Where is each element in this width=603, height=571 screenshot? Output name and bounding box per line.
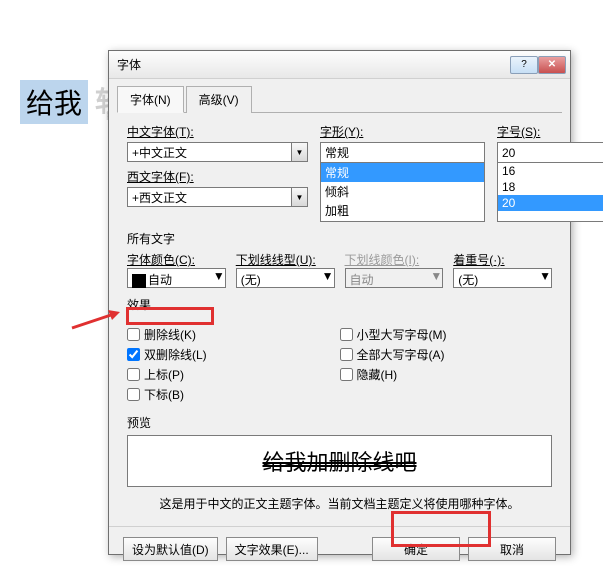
label-emphasis: 着重号(·): [453, 253, 504, 267]
checkbox-input-strike[interactable] [127, 328, 140, 341]
document-selected-text: 给我 [20, 80, 88, 124]
list-item[interactable]: 倾斜 [321, 182, 484, 201]
checkbox-double-strike[interactable]: 双删除线(L) [127, 346, 340, 363]
effects-right-column: 小型大写字母(M) 全部大写字母(A) 隐藏(H) [340, 323, 553, 406]
size-input[interactable] [498, 144, 603, 162]
size-input-wrap[interactable] [497, 142, 603, 162]
preview-box: 给我加删除线吧 [127, 435, 552, 487]
ok-button[interactable]: 确定 [372, 537, 460, 561]
underline-color-combo: 自动 ▼ [345, 268, 444, 288]
list-item[interactable]: 18 [498, 179, 603, 195]
underline-type-value: (无) [237, 269, 322, 287]
titlebar[interactable]: 字体 ? ✕ [109, 51, 570, 79]
list-item[interactable]: 加粗 [321, 201, 484, 220]
checkbox-label: 全部大写字母(A) [357, 346, 445, 363]
label-size: 字号(S): [497, 123, 603, 140]
text-effects-button[interactable]: 文字效果(E)... [226, 537, 318, 561]
label-cn-font: 中文字体(T): [127, 123, 308, 140]
label-effects: 效果 [127, 296, 552, 313]
checkbox-subscript[interactable]: 下标(B) [127, 386, 340, 403]
tab-strip: 字体(N) 高级(V) [117, 85, 562, 113]
close-button[interactable]: ✕ [538, 56, 566, 74]
checkbox-input-smallcaps[interactable] [340, 328, 353, 341]
preview-text: 给我加删除线吧 [262, 445, 416, 477]
label-style: 字形(Y): [320, 123, 485, 140]
checkbox-label: 下标(B) [144, 386, 184, 403]
emphasis-combo[interactable]: (无) ▼ [453, 268, 552, 288]
label-underline-type: 下划线线型(U): [236, 253, 316, 267]
list-item[interactable]: 16 [498, 163, 603, 179]
en-font-combo[interactable]: ▼ [127, 187, 308, 207]
underline-type-combo[interactable]: (无) ▼ [236, 268, 335, 288]
set-default-button[interactable]: 设为默认值(D) [123, 537, 218, 561]
chevron-down-icon: ▼ [430, 269, 442, 287]
font-color-value: 自动 [128, 269, 213, 287]
list-item[interactable]: 20 [498, 195, 603, 211]
checkbox-hidden[interactable]: 隐藏(H) [340, 366, 553, 383]
checkbox-input-superscript[interactable] [127, 368, 140, 381]
emphasis-value: (无) [454, 269, 539, 287]
font-color-combo[interactable]: 自动 ▼ [127, 268, 226, 288]
checkbox-label: 删除线(K) [144, 326, 196, 343]
style-input-wrap[interactable] [320, 142, 485, 162]
label-preview: 预览 [127, 414, 552, 431]
help-button[interactable]: ? [510, 56, 538, 74]
checkbox-input-allcaps[interactable] [340, 348, 353, 361]
chevron-down-icon[interactable]: ▼ [213, 269, 225, 287]
cn-font-input[interactable] [128, 143, 291, 161]
style-input[interactable] [321, 144, 484, 162]
size-listbox[interactable]: 16 18 20 [497, 162, 603, 222]
cn-font-combo[interactable]: ▼ [127, 142, 308, 162]
checkbox-input-double-strike[interactable] [127, 348, 140, 361]
effects-left-column: 删除线(K) 双删除线(L) 上标(P) 下标(B) [127, 323, 340, 406]
checkbox-input-subscript[interactable] [127, 388, 140, 401]
button-bar: 设为默认值(D) 文字效果(E)... 确定 取消 [109, 526, 570, 571]
tab-font[interactable]: 字体(N) [117, 86, 184, 113]
checkbox-strike[interactable]: 删除线(K) [127, 326, 340, 343]
preview-description: 这是用于中文的正文主题字体。当前文档主题定义将使用哪种字体。 [127, 495, 552, 512]
chevron-down-icon[interactable]: ▼ [539, 269, 551, 287]
checkbox-label: 小型大写字母(M) [357, 326, 447, 343]
label-font-color: 字体颜色(C): [127, 253, 195, 267]
style-listbox[interactable]: 常规 倾斜 加粗 [320, 162, 485, 222]
en-font-input[interactable] [128, 188, 291, 206]
checkbox-input-hidden[interactable] [340, 368, 353, 381]
dialog-title: 字体 [113, 56, 510, 73]
checkbox-label: 双删除线(L) [144, 346, 207, 363]
checkbox-smallcaps[interactable]: 小型大写字母(M) [340, 326, 553, 343]
list-item[interactable]: 常规 [321, 163, 484, 182]
checkbox-label: 隐藏(H) [357, 366, 398, 383]
tab-advanced[interactable]: 高级(V) [186, 86, 252, 113]
label-underline-color: 下划线颜色(I): [345, 253, 420, 267]
checkbox-allcaps[interactable]: 全部大写字母(A) [340, 346, 553, 363]
underline-color-value: 自动 [346, 269, 431, 287]
checkbox-label: 上标(P) [144, 366, 184, 383]
chevron-down-icon[interactable]: ▼ [291, 188, 307, 206]
label-all-text: 所有文字 [127, 230, 552, 247]
label-en-font: 西文字体(F): [127, 168, 308, 185]
checkbox-superscript[interactable]: 上标(P) [127, 366, 340, 383]
cancel-button[interactable]: 取消 [468, 537, 556, 561]
chevron-down-icon[interactable]: ▼ [322, 269, 334, 287]
font-dialog: 字体 ? ✕ 字体(N) 高级(V) 中文字体(T): ▼ 西文字体(F): ▼ [108, 50, 571, 555]
chevron-down-icon[interactable]: ▼ [291, 143, 307, 161]
